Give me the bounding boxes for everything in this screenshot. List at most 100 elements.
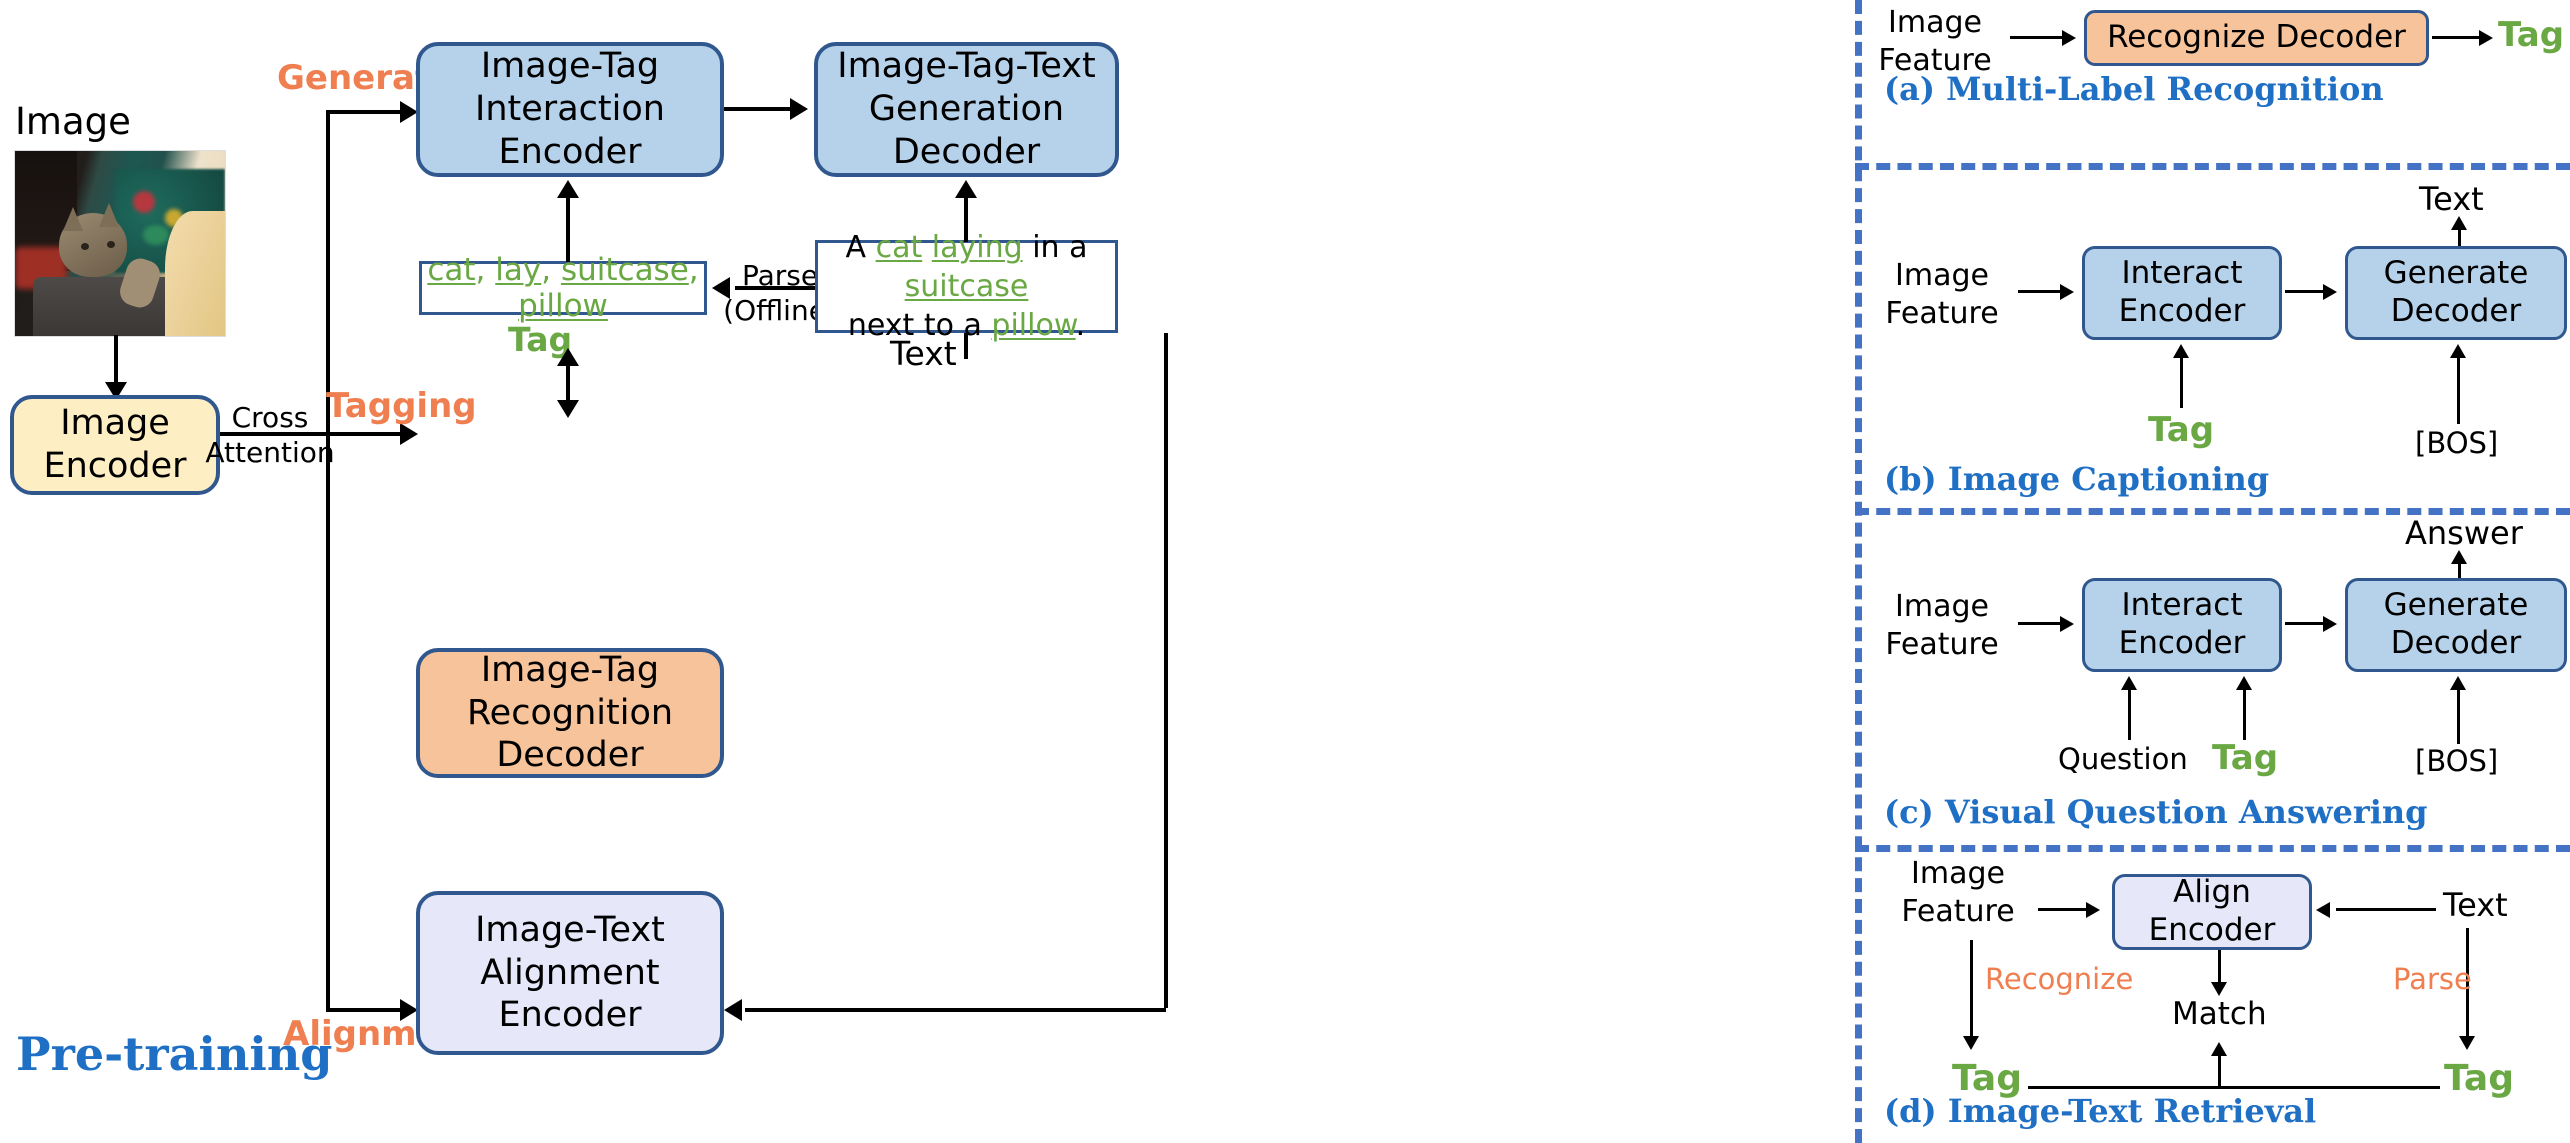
connector-interaction-to-generation [724, 107, 796, 111]
panel-c-bos-label: [BOS] [2415, 744, 2499, 778]
panel-c-box2-label: Generate Decoder [2383, 587, 2529, 661]
connector-tag-to-interaction [566, 196, 570, 262]
interaction-encoder-label: Image-Tag Interaction Encoder [475, 46, 665, 172]
arrowhead-tagging [400, 423, 418, 445]
panel-b-input-label: Image Feature [1885, 258, 1999, 331]
panel-b-interact-encoder-box[interactable]: Interact Encoder [2082, 246, 2282, 340]
panel-d-connector-in [2038, 908, 2093, 911]
panel-d-arrowhead-text [2316, 902, 2330, 918]
panel-a-caption: (a) Multi-Label Recognition [1884, 70, 2384, 108]
panel-b-arrowhead-bos [2450, 344, 2466, 358]
tag-word: suitcase [560, 252, 689, 288]
tag-separator: , [475, 252, 496, 288]
panel-d-tag-link-line [2028, 1086, 2440, 1089]
recognition-decoder-box[interactable]: Image-Tag Recognition Decoder [416, 648, 724, 778]
connector-text-to-tag [735, 286, 815, 290]
panel-d-connector-recognize [1970, 940, 1973, 1040]
panel-b-caption: (b) Image Captioning [1884, 460, 2270, 498]
panel-d-connector-match-down [2218, 950, 2221, 986]
panel-b-box1-label: Interact Encoder [2118, 255, 2246, 329]
tag-box[interactable]: cat, lay, suitcase, pillow [419, 252, 707, 324]
panel-b-arrowhead-tag [2173, 344, 2189, 358]
arrowhead-text-to-tag [712, 277, 730, 299]
recognition-decoder-label: Image-Tag Recognition Decoder [466, 649, 674, 776]
tag-word: cat [427, 252, 476, 288]
tag-word: lay [495, 252, 542, 288]
interaction-encoder-box[interactable]: Image-Tag Interaction Encoder [416, 42, 724, 177]
panel-a-recognize-decoder-box[interactable]: Recognize Decoder [2084, 10, 2429, 66]
panel-a-input-label: Image Feature [1878, 5, 1992, 78]
panel-d-box-label: Align Encoder [2148, 874, 2276, 948]
section-title-pretraining: Pre-training [16, 1027, 333, 1081]
panel-b-box2-label: Generate Decoder [2383, 255, 2529, 329]
arrowhead-text-to-generation [955, 180, 977, 198]
caption-plain-word: . [1075, 308, 1086, 343]
panel-d-text-label: Text [2443, 886, 2508, 924]
panel-c-caption: (c) Visual Question Answering [1884, 793, 2428, 831]
connector-alignment-branch [326, 1008, 406, 1012]
panel-b-connector-tag [2180, 356, 2183, 408]
connector-text-to-generation [964, 196, 968, 242]
arrowhead-tag-to-interaction [557, 180, 579, 198]
text-box[interactable]: A cat laying in a suitcase next to a pil… [815, 230, 1118, 343]
panel-d-arrowhead-recognize [1963, 1036, 1979, 1050]
panel-divider-c-d [1855, 845, 2570, 852]
panel-c-connector-bos [2457, 688, 2460, 744]
panel-b-generate-decoder-box[interactable]: Generate Decoder [2345, 246, 2567, 340]
panel-b-arrowhead-mid [2323, 284, 2337, 300]
panel-a-arrowhead-out [2479, 30, 2493, 46]
connector-image-to-encoder [114, 335, 118, 385]
panel-c-arrowhead-in [2060, 616, 2074, 632]
caption-plain-word [922, 230, 932, 265]
panel-b-tag-label: Tag [2148, 410, 2215, 450]
tag-word: pillow [518, 288, 608, 324]
panel-d-arrowhead-match-up [2211, 1042, 2227, 1056]
alignment-encoder-box[interactable]: Image-Text Alignment Encoder [416, 891, 724, 1055]
panel-divider-vertical [1855, 0, 1862, 1143]
panel-a-box-label: Recognize Decoder [2107, 19, 2406, 56]
arrowhead-text-to-alignment [724, 999, 742, 1021]
panel-c-question-label: Question [2058, 742, 2188, 776]
panel-a-arrowhead-in [2062, 30, 2076, 46]
panel-d-match-label: Match [2172, 996, 2267, 1032]
tag-box-words: cat, lay, suitcase, pillow [422, 252, 704, 324]
generation-decoder-label: Image-Tag-Text Generation Decoder [837, 46, 1096, 172]
panel-a-connector-in [2010, 36, 2070, 39]
connector-textbox-stub [964, 333, 968, 359]
panel-c-connector-question [2128, 688, 2131, 740]
generation-decoder-box[interactable]: Image-Tag-Text Generation Decoder [814, 42, 1119, 177]
panel-d-align-encoder-box[interactable]: Align Encoder [2112, 874, 2312, 950]
diagram-canvas: Image Image Encoder Cross Attention Gene… [0, 0, 2570, 1143]
panel-b-connector-bos [2457, 356, 2460, 424]
panel-c-tag-label: Tag [2212, 738, 2279, 778]
tag-separator: , [688, 252, 699, 288]
panel-d-connector-text [2336, 908, 2436, 911]
sample-image-thumbnail [14, 150, 226, 337]
panel-c-output-label: Answer [2405, 514, 2523, 552]
route-tagging-label: Tagging [326, 386, 477, 426]
caption-tag-word: pillow [991, 308, 1076, 343]
caption-plain-word: in a [1022, 230, 1088, 265]
caption-tag-word: cat [875, 230, 923, 265]
panel-d-recognize-label: Recognize [1985, 962, 2134, 996]
panel-c-interact-encoder-box[interactable]: Interact Encoder [2082, 578, 2282, 672]
arrowhead-interaction-to-generation [790, 98, 808, 120]
image-encoder-box[interactable]: Image Encoder [10, 395, 220, 495]
panel-b-arrowhead-in [2060, 284, 2074, 300]
connector-tagging-branch [326, 432, 406, 436]
panel-d-connector-match-up [2218, 1054, 2221, 1086]
connector-vertical-bus [326, 110, 330, 1010]
panel-c-box1-label: Interact Encoder [2118, 587, 2246, 661]
image-label: Image [15, 100, 131, 143]
panel-c-arrowhead-out [2451, 550, 2467, 564]
panel-c-input-label: Image Feature [1885, 589, 1999, 662]
image-encoder-label: Image Encoder [43, 403, 187, 486]
panel-d-arrowhead-match-down [2211, 982, 2227, 996]
panel-d-input-label: Image Feature [1901, 856, 2015, 929]
panel-d-arrowhead-parse [2459, 1036, 2475, 1050]
alignment-encoder-label: Image-Text Alignment Encoder [475, 909, 665, 1036]
connector-generation-branch [326, 110, 406, 114]
panel-c-generate-decoder-box[interactable]: Generate Decoder [2345, 578, 2567, 672]
panel-d-tag-right-label: Tag [2444, 1058, 2514, 1099]
arrowhead-recognition-to-tag [557, 348, 579, 366]
